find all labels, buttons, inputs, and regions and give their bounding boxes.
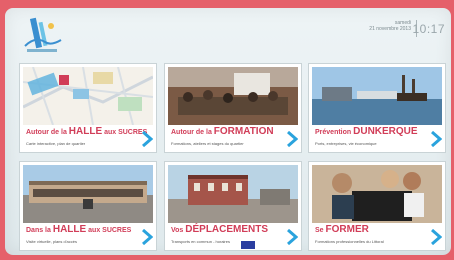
- tile-halle-aux-sucres[interactable]: Autour de la HALLE aux SUCRES Carte inte…: [19, 63, 157, 153]
- tile-subtitle: Transports en commun - horaires: [171, 239, 230, 244]
- tile-title: Autour de la FORMATION: [171, 126, 274, 137]
- street-map-image: [23, 67, 153, 125]
- tile-subtitle: Visite virtuelle, plans d'accès: [26, 239, 77, 244]
- harbor-image: [312, 67, 442, 125]
- tile-se-former[interactable]: Se FORMER Formations professionnelles du…: [308, 161, 446, 251]
- meeting-image: [168, 67, 298, 125]
- date-full: 21 novembre 2013: [369, 26, 411, 32]
- tile-title: Autour de la HALLE aux SUCRES: [26, 126, 148, 137]
- tile-subtitle: Formations, ateliers et stages du quarti…: [171, 141, 244, 146]
- tile-title: Dans la HALLE aux SUCRES: [26, 224, 132, 235]
- chevron-right-icon[interactable]: [286, 131, 298, 147]
- clock: 10:17: [412, 22, 445, 36]
- station-image: [168, 165, 298, 223]
- tile-title: Se FORMER: [315, 224, 369, 235]
- tile-dans-la-halle[interactable]: Dans la HALLE aux SUCRES Visite virtuell…: [19, 161, 157, 251]
- chevron-right-icon[interactable]: [286, 229, 298, 245]
- tile-dunkerque[interactable]: Prévention DUNKERQUE Ports, entreprises,…: [308, 63, 446, 153]
- building-image: [23, 165, 153, 223]
- kiosk-screen: samedi 21 novembre 2013 10:17 Autour de …: [5, 8, 451, 255]
- tile-formation[interactable]: Autour de la FORMATION Formations, ateli…: [164, 63, 302, 153]
- chevron-right-icon[interactable]: [430, 229, 442, 245]
- header: samedi 21 novembre 2013 10:17: [5, 8, 451, 60]
- tile-title: Vos DÉPLACEMENTS: [171, 224, 269, 235]
- logo: [24, 17, 62, 52]
- eu-flag-icon: [241, 241, 255, 249]
- tile-subtitle: Formations professionnelles du Littoral: [315, 239, 384, 244]
- tile-subtitle: Ports, entreprises, vie économique: [315, 141, 377, 146]
- tile-deplacements[interactable]: Vos DÉPLACEMENTS Transports en commun - …: [164, 161, 302, 251]
- computer-image: [312, 165, 442, 223]
- chevron-right-icon[interactable]: [141, 131, 153, 147]
- tile-subtitle: Carte interactive, plan de quartier: [26, 141, 86, 146]
- tile-title: Prévention DUNKERQUE: [315, 126, 418, 137]
- date-display: samedi 21 novembre 2013: [369, 20, 411, 32]
- chevron-right-icon[interactable]: [141, 229, 153, 245]
- chevron-right-icon[interactable]: [430, 131, 442, 147]
